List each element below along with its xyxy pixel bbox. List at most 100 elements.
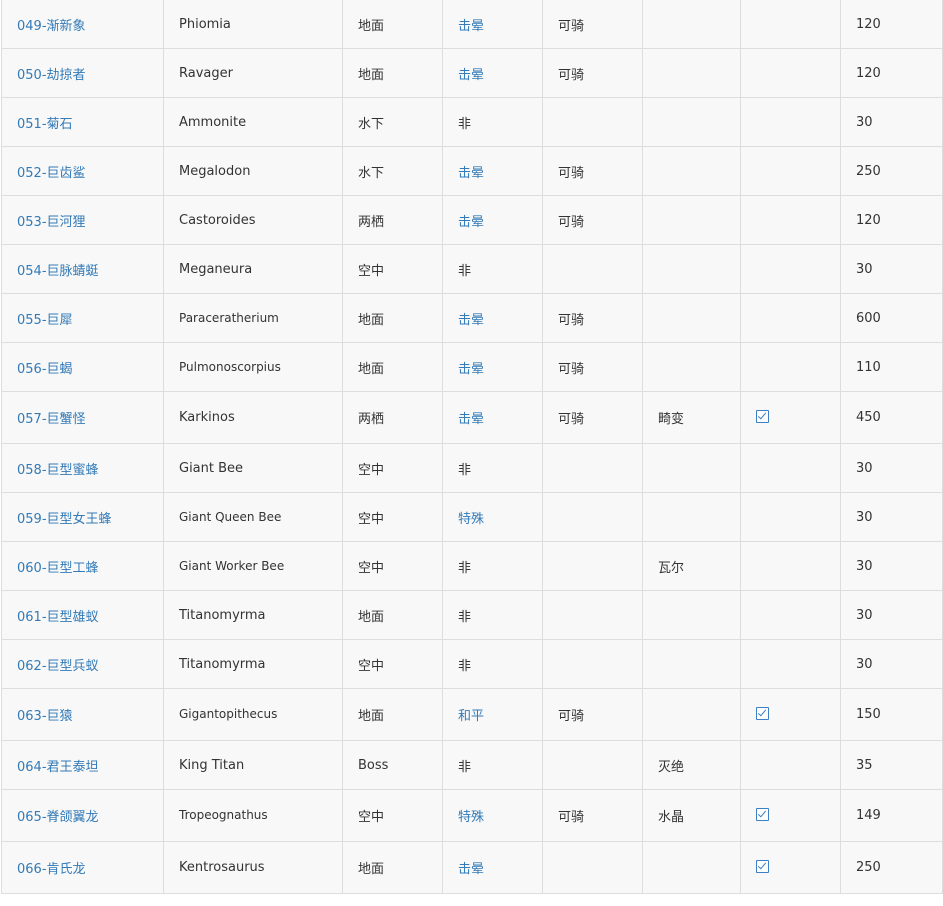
check-cell xyxy=(740,740,841,790)
creature-link[interactable]: 050-劫掠者 xyxy=(17,68,86,83)
creature-link[interactable]: 064-君王泰坦 xyxy=(17,760,99,775)
ride-status-cell: 可骑 xyxy=(542,48,643,98)
latin-name: Paraceratherium xyxy=(179,310,279,325)
habitat: 水下 xyxy=(358,116,385,132)
check-cell xyxy=(740,48,841,98)
creature-link[interactable]: 057-巨蟹怪 xyxy=(17,412,86,427)
habitat-cell: 空中 xyxy=(342,639,443,689)
latin-name: Megalodon xyxy=(179,163,251,179)
table-row: 056-巨蝎 Pulmonoscorpius 地面 击晕 可骑 110 xyxy=(1,342,943,392)
taming-method-link-cell: 击晕 xyxy=(442,0,543,49)
numeric-value: 250 xyxy=(856,860,881,875)
creature-link-cell: 062-巨型兵蚁 xyxy=(1,639,164,689)
creature-link[interactable]: 054-巨脉蜻蜓 xyxy=(17,264,99,279)
taming-method-link[interactable]: 击晕 xyxy=(458,19,484,34)
ride-status-cell xyxy=(542,841,643,894)
creature-link-cell: 056-巨蝎 xyxy=(1,342,164,392)
ride-status: 可骑 xyxy=(558,67,585,83)
taming-method-link[interactable]: 击晕 xyxy=(458,313,484,328)
taming-method-link[interactable]: 特殊 xyxy=(458,810,484,825)
numeric-value-cell: 110 xyxy=(840,342,943,392)
map-variant: 灭绝 xyxy=(658,759,685,775)
taming-method-link[interactable]: 特殊 xyxy=(458,512,484,527)
numeric-value: 110 xyxy=(856,359,881,375)
creature-link[interactable]: 049-渐新象 xyxy=(17,19,86,34)
numeric-value: 120 xyxy=(856,16,881,32)
latin-name-cell: Titanomyrma xyxy=(163,639,343,689)
map-variant-cell: 灭绝 xyxy=(642,740,741,790)
taming-method-link[interactable]: 击晕 xyxy=(458,362,484,377)
habitat-cell: 空中 xyxy=(342,541,443,591)
ride-status-cell: 可骑 xyxy=(542,0,643,49)
check-cell xyxy=(740,639,841,689)
creature-link[interactable]: 053-巨河狸 xyxy=(17,215,86,230)
creature-link-cell: 057-巨蟹怪 xyxy=(1,391,164,444)
numeric-value-cell: 250 xyxy=(840,841,943,894)
taming-method-link[interactable]: 和平 xyxy=(458,709,484,724)
latin-name: Gigantopithecus xyxy=(179,707,278,721)
creature-link-cell: 063-巨猿 xyxy=(1,688,164,741)
latin-name-cell: Castoroides xyxy=(163,195,343,245)
table-row: 050-劫掠者 Ravager 地面 击晕 可骑 120 xyxy=(1,48,943,98)
taming-method: 非 xyxy=(458,116,472,132)
creature-link-cell: 054-巨脉蜻蜓 xyxy=(1,244,164,294)
habitat: 地面 xyxy=(358,312,385,328)
check-cell xyxy=(740,293,841,343)
numeric-value-cell: 30 xyxy=(840,590,943,640)
creature-link[interactable]: 056-巨蝎 xyxy=(17,362,73,377)
creature-link-cell: 055-巨犀 xyxy=(1,293,164,343)
taming-method-link-cell: 击晕 xyxy=(442,146,543,196)
creature-link[interactable]: 058-巨型蜜蜂 xyxy=(17,463,99,478)
ride-status-cell: 可骑 xyxy=(542,293,643,343)
latin-name-cell: Meganeura xyxy=(163,244,343,294)
creature-link-cell: 060-巨型工蜂 xyxy=(1,541,164,591)
taming-method-link-cell: 击晕 xyxy=(442,342,543,392)
taming-method-link[interactable]: 击晕 xyxy=(458,862,484,877)
latin-name-cell: Ravager xyxy=(163,48,343,98)
taming-method-link-cell: 和平 xyxy=(442,688,543,741)
map-variant-cell xyxy=(642,244,741,294)
numeric-value-cell: 450 xyxy=(840,391,943,444)
taming-method-link[interactable]: 击晕 xyxy=(458,412,484,427)
numeric-value: 149 xyxy=(856,808,881,823)
numeric-value-cell: 35 xyxy=(840,740,943,790)
creature-link[interactable]: 061-巨型雄蚁 xyxy=(17,610,99,625)
check-cell xyxy=(740,97,841,147)
creature-link[interactable]: 063-巨猿 xyxy=(17,709,73,724)
taming-method-cell: 非 xyxy=(442,244,543,294)
taming-method-link[interactable]: 击晕 xyxy=(458,166,484,181)
latin-name-cell: Giant Bee xyxy=(163,443,343,493)
creature-link[interactable]: 059-巨型女王蜂 xyxy=(17,512,112,527)
latin-name-cell: Gigantopithecus xyxy=(163,688,343,741)
map-variant-cell xyxy=(642,841,741,894)
table-row: 051-菊石 Ammonite 水下 非 30 xyxy=(1,97,943,147)
check-cell xyxy=(740,688,841,741)
latin-name-cell: Karkinos xyxy=(163,391,343,444)
latin-name: Titanomyrma xyxy=(179,656,266,672)
creature-link-cell: 066-肯氏龙 xyxy=(1,841,164,894)
creature-link[interactable]: 065-脊颌翼龙 xyxy=(17,810,99,825)
ride-status-cell: 可骑 xyxy=(542,146,643,196)
check-cell xyxy=(740,443,841,493)
taming-method-link-cell: 击晕 xyxy=(442,391,543,444)
table-row: 054-巨脉蜻蜓 Meganeura 空中 非 30 xyxy=(1,244,943,294)
taming-method: 非 xyxy=(458,462,472,478)
habitat-cell: 两栖 xyxy=(342,195,443,245)
creature-link[interactable]: 055-巨犀 xyxy=(17,313,73,328)
checkbox-checked-icon xyxy=(756,859,769,873)
check-cell xyxy=(740,541,841,591)
creature-link[interactable]: 052-巨齿鲨 xyxy=(17,166,86,181)
creature-link[interactable]: 060-巨型工蜂 xyxy=(17,561,99,576)
creature-link[interactable]: 066-肯氏龙 xyxy=(17,862,86,877)
numeric-value: 30 xyxy=(856,114,873,130)
creature-link[interactable]: 051-菊石 xyxy=(17,117,73,132)
ride-status: 可骑 xyxy=(558,810,585,825)
taming-method-cell: 非 xyxy=(442,541,543,591)
creature-link[interactable]: 062-巨型兵蚁 xyxy=(17,659,99,674)
taming-method-link[interactable]: 击晕 xyxy=(458,215,484,230)
taming-method-link[interactable]: 击晕 xyxy=(458,68,484,83)
latin-name: Kentrosaurus xyxy=(179,860,265,875)
taming-method: 非 xyxy=(458,609,472,625)
creature-link-cell: 052-巨齿鲨 xyxy=(1,146,164,196)
numeric-value-cell: 149 xyxy=(840,789,943,842)
